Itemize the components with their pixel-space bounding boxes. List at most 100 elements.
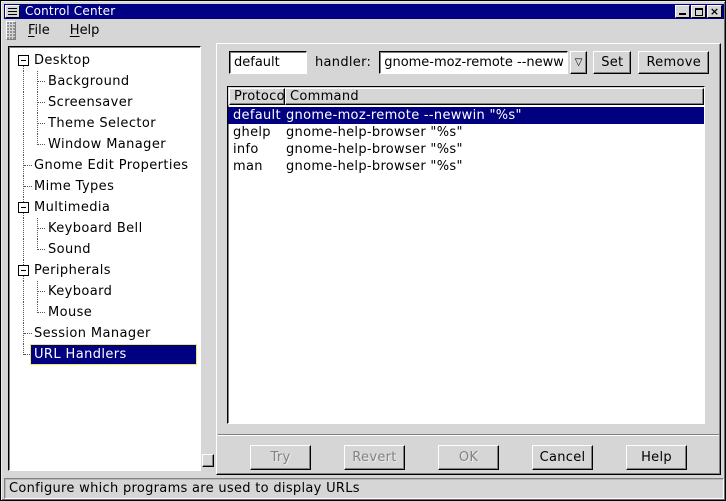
- cell-protocol: info: [228, 141, 286, 158]
- handlers-table: Protocol Command defaultgnome-moz-remote…: [227, 86, 705, 424]
- url-handlers-panel: handler: ▽ Set Remove Protocol Command d…: [216, 43, 721, 475]
- tree-item-session-manager[interactable]: Session Manager: [9, 323, 200, 344]
- minus-icon: [21, 60, 26, 61]
- tree-line: [38, 144, 45, 145]
- table-header: Protocol Command: [228, 87, 704, 105]
- tree-line: [38, 312, 45, 313]
- window-menu-icon: [8, 8, 17, 15]
- minus-icon: [21, 207, 26, 208]
- protocol-input[interactable]: [229, 51, 307, 74]
- tree-item-label: URL Handlers: [31, 344, 130, 365]
- try-button[interactable]: Try: [250, 445, 311, 470]
- window-menu-button[interactable]: [5, 5, 20, 18]
- table-row-ghelp[interactable]: ghelpgnome-help-browser "%s": [228, 124, 704, 141]
- tree-item-label: Keyboard Bell: [45, 218, 146, 239]
- tree-item-desktop[interactable]: Desktop: [9, 50, 200, 71]
- tree-item-label: Gnome Edit Properties: [31, 155, 191, 176]
- tree-line: [23, 281, 24, 302]
- tree-item-label: Keyboard: [45, 281, 115, 302]
- close-icon: ×: [710, 7, 719, 17]
- minimize-icon: [679, 13, 686, 15]
- separator: [218, 434, 719, 436]
- tree-line: [38, 249, 45, 250]
- tree-line: [23, 113, 24, 134]
- tree-expander-icon[interactable]: [18, 202, 29, 213]
- tree-item-mime-types[interactable]: Mime Types: [9, 176, 200, 197]
- tree-item-label: Peripherals: [31, 260, 114, 281]
- tree-line: [38, 81, 45, 82]
- tree-item-label: Window Manager: [45, 134, 169, 155]
- tree-item-label: Sound: [45, 239, 94, 260]
- tree-line: [38, 228, 45, 229]
- tree-item-gnome-edit-properties[interactable]: Gnome Edit Properties: [9, 155, 200, 176]
- remove-button[interactable]: Remove: [638, 51, 709, 74]
- table-row-man[interactable]: mangnome-help-browser "%s": [228, 158, 704, 175]
- table-row-info[interactable]: infognome-help-browser "%s": [228, 141, 704, 158]
- tree-item-screensaver[interactable]: Screensaver: [9, 92, 200, 113]
- ok-button[interactable]: OK: [438, 445, 499, 470]
- tree-line: [38, 123, 45, 124]
- menubar: File Help: [4, 19, 724, 42]
- column-header-command[interactable]: Command: [285, 88, 704, 105]
- tree-item-multimedia[interactable]: Multimedia: [9, 197, 200, 218]
- tree-item-mouse[interactable]: Mouse: [9, 302, 200, 323]
- cell-protocol: default: [228, 107, 286, 124]
- tree-item-theme-selector[interactable]: Theme Selector: [9, 113, 200, 134]
- pane-resize-handle[interactable]: [202, 454, 214, 467]
- close-button[interactable]: ×: [707, 5, 722, 18]
- tree-item-background[interactable]: Background: [9, 71, 200, 92]
- tree-item-label: Background: [45, 71, 133, 92]
- tree-item-sound[interactable]: Sound: [9, 239, 200, 260]
- tree-item-keyboard[interactable]: Keyboard: [9, 281, 200, 302]
- cell-command: gnome-moz-remote --newwin "%s": [286, 107, 704, 124]
- cancel-button[interactable]: Cancel: [532, 445, 593, 470]
- tree-line: [23, 302, 24, 323]
- handler-input[interactable]: [379, 51, 568, 74]
- tree-item-label: Desktop: [31, 50, 93, 71]
- column-header-protocol[interactable]: Protocol: [229, 88, 285, 105]
- menubar-grip[interactable]: [6, 21, 16, 40]
- cell-command: gnome-help-browser "%s": [286, 124, 704, 141]
- control-center-window: Control Center × File Help DesktopBackgro…: [0, 0, 726, 501]
- window-controls: ×: [675, 5, 722, 18]
- cell-protocol: man: [228, 158, 286, 175]
- tree-expander-icon[interactable]: [18, 265, 29, 276]
- tree-item-window-manager[interactable]: Window Manager: [9, 134, 200, 155]
- revert-button[interactable]: Revert: [344, 445, 405, 470]
- tree-item-label: Mouse: [45, 302, 95, 323]
- tree-expander-icon[interactable]: [18, 55, 29, 66]
- tree-item-url-handlers[interactable]: URL Handlers: [9, 344, 200, 365]
- tree-item-label: Theme Selector: [45, 113, 159, 134]
- handler-editor-row: handler: ▽ Set Remove: [229, 51, 709, 74]
- cell-command: gnome-help-browser "%s": [286, 158, 704, 175]
- dialog-button-row: Try Revert OK Cancel Help: [217, 444, 720, 470]
- handler-label: handler:: [315, 55, 371, 70]
- tree-line: [23, 71, 24, 92]
- tree-line: [23, 218, 24, 239]
- status-bar: Configure which programs are used to dis…: [4, 478, 724, 499]
- tree-item-keyboard-bell[interactable]: Keyboard Bell: [9, 218, 200, 239]
- tree-item-label: Multimedia: [31, 197, 113, 218]
- tree-item-label: Mime Types: [31, 176, 117, 197]
- tree-line: [38, 102, 45, 103]
- menu-help[interactable]: Help: [64, 21, 106, 40]
- tree-line: [38, 291, 45, 292]
- tree-item-peripherals[interactable]: Peripherals: [9, 260, 200, 281]
- menu-file[interactable]: File: [22, 21, 56, 40]
- status-text: Configure which programs are used to dis…: [5, 481, 360, 496]
- handler-dropdown-button[interactable]: ▽: [570, 51, 587, 74]
- tree-line: [23, 134, 24, 155]
- help-button[interactable]: Help: [626, 445, 687, 470]
- titlebar[interactable]: Control Center ×: [4, 4, 724, 19]
- dropdown-arrow-icon: ▽: [575, 57, 583, 68]
- table-body: defaultgnome-moz-remote --newwin "%s"ghe…: [228, 105, 704, 175]
- category-tree: DesktopBackgroundScreensaverTheme Select…: [8, 46, 201, 471]
- set-button[interactable]: Set: [593, 51, 631, 74]
- tree-item-label: Screensaver: [45, 92, 136, 113]
- table-row-default[interactable]: defaultgnome-moz-remote --newwin "%s": [228, 107, 704, 124]
- minimize-button[interactable]: [675, 5, 690, 18]
- cell-protocol: ghelp: [228, 124, 286, 141]
- maximize-button[interactable]: [691, 5, 706, 18]
- maximize-icon: [695, 8, 703, 16]
- minus-icon: [21, 270, 26, 271]
